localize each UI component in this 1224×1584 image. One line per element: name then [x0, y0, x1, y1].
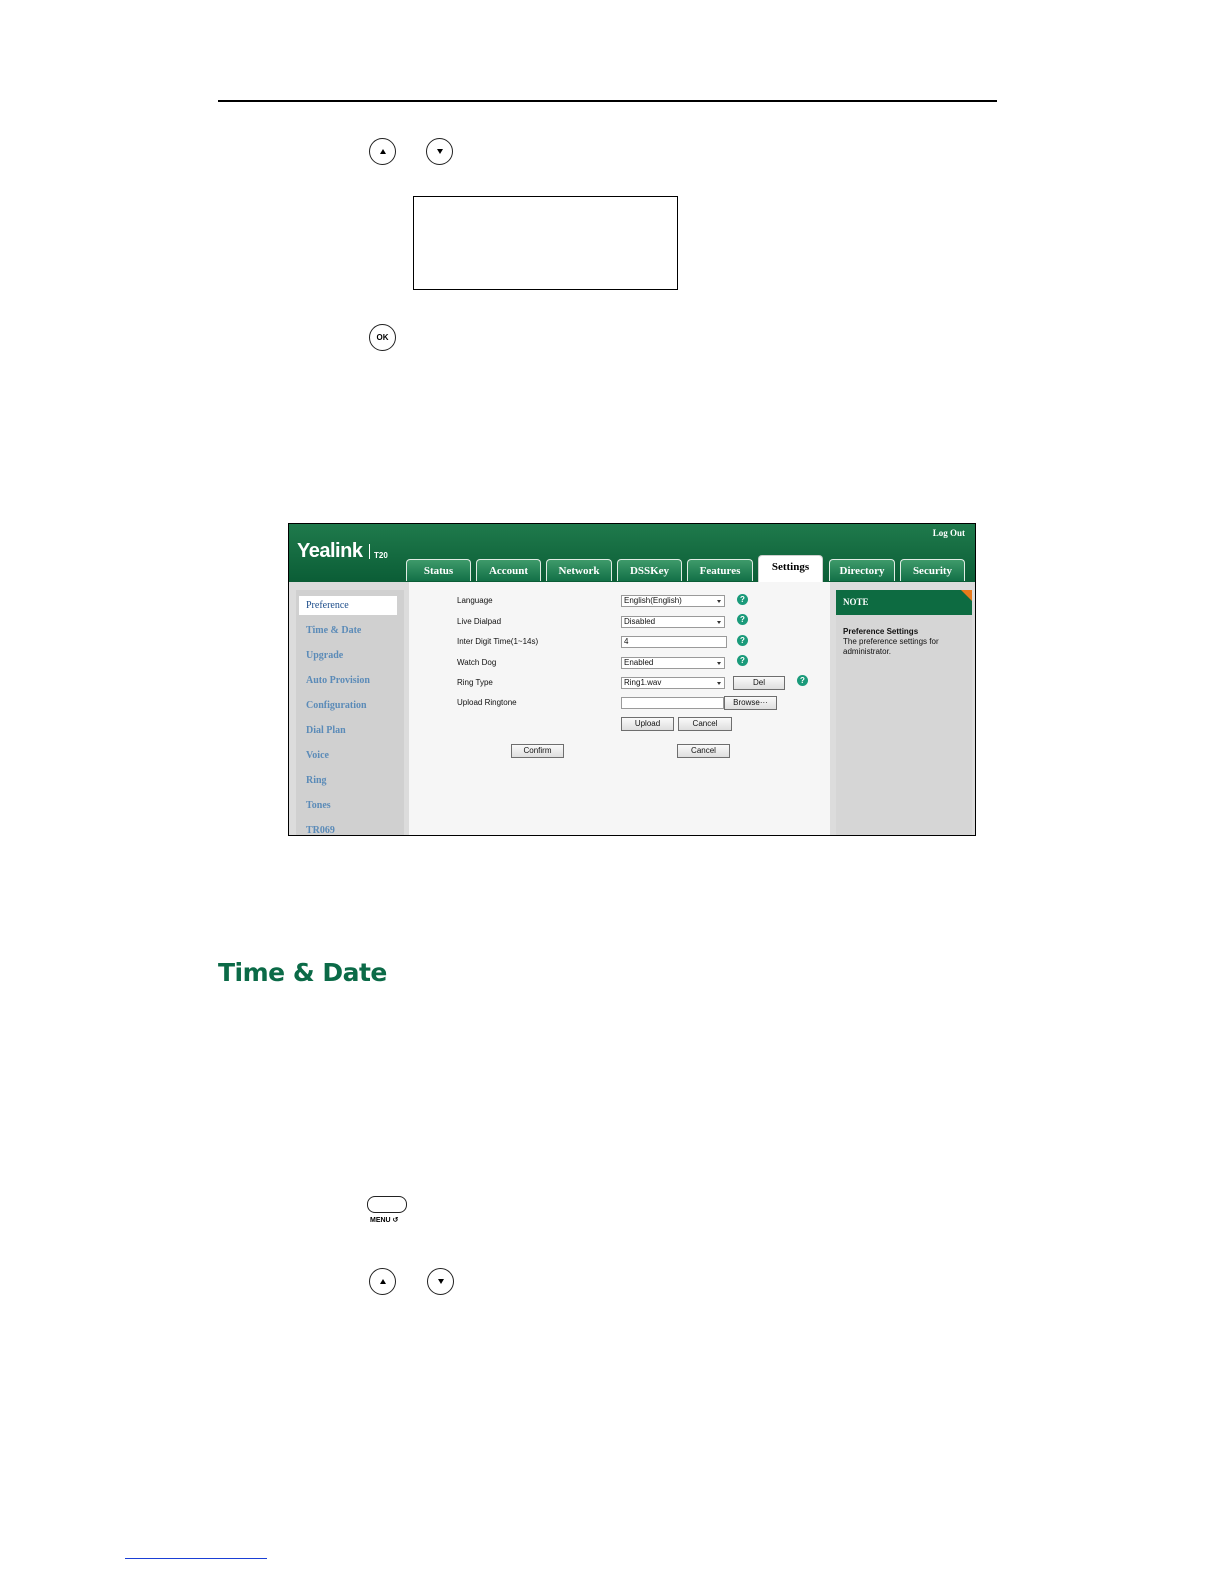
phone-lcd-screen [413, 196, 678, 290]
web-ui-screenshot: Yealink T20 Log Out Status Account Netwo… [288, 523, 976, 836]
up-arrow-key-icon [369, 1268, 396, 1295]
sidebar-item-time-date[interactable]: Time & Date [306, 625, 361, 636]
help-icon[interactable]: ? [737, 655, 748, 666]
tab-account[interactable]: Account [476, 559, 541, 581]
ring-type-label: Ring Type [457, 678, 493, 687]
upload-ringtone-label: Upload Ringtone [457, 698, 517, 707]
header-rule [218, 100, 997, 102]
web-ui-body: Preference Time & Date Upgrade Auto Prov… [289, 582, 975, 835]
section-title: Time & Date [218, 958, 387, 987]
note-panel: NOTE Preference Settings The preference … [836, 590, 972, 835]
sidebar-item-dial-plan[interactable]: Dial Plan [306, 725, 346, 736]
menu-key-icon [367, 1196, 407, 1213]
sidebar-item-tr069[interactable]: TR069 [306, 825, 335, 835]
sidebar-item-configuration[interactable]: Configuration [306, 700, 367, 711]
help-icon[interactable]: ? [737, 614, 748, 625]
del-ringtone-button[interactable]: Del [733, 676, 785, 690]
logout-link[interactable]: Log Out [933, 528, 965, 538]
footer-link-underline[interactable] [125, 1558, 267, 1559]
sidebar-item-tones[interactable]: Tones [306, 800, 331, 811]
cancel-button[interactable]: Cancel [677, 744, 730, 758]
note-title: Preference Settings [843, 627, 919, 636]
inter-digit-input[interactable]: 4 [621, 636, 727, 648]
sidebar-item-voice[interactable]: Voice [306, 750, 329, 761]
preference-form: Language English(English) ? Live Dialpad… [409, 582, 830, 835]
ring-type-select[interactable]: Ring1.wav [621, 677, 725, 689]
watch-dog-label: Watch Dog [457, 658, 497, 667]
ringtone-file-input[interactable] [621, 697, 724, 709]
help-icon[interactable]: ? [737, 594, 748, 605]
down-arrow-key-icon [427, 1268, 454, 1295]
tab-dsskey[interactable]: DSSKey [617, 559, 682, 581]
help-icon[interactable]: ? [797, 675, 808, 686]
chevron-down-icon [717, 682, 721, 685]
language-select[interactable]: English(English) [621, 595, 725, 607]
yealink-logo: Yealink [297, 540, 363, 562]
sidebar-item-upgrade[interactable]: Upgrade [306, 650, 343, 661]
tab-status[interactable]: Status [406, 559, 471, 581]
browse-button[interactable]: Browse··· [724, 696, 777, 710]
live-dialpad-select[interactable]: Disabled [621, 616, 725, 628]
tab-network[interactable]: Network [546, 559, 612, 581]
watch-dog-select[interactable]: Enabled [621, 657, 725, 669]
inter-digit-label: Inter Digit Time(1~14s) [457, 637, 539, 646]
note-text: The preference settings for administrato… [843, 637, 939, 656]
tab-features[interactable]: Features [687, 559, 753, 581]
cancel-upload-button[interactable]: Cancel [678, 717, 732, 731]
tab-security[interactable]: Security [900, 559, 965, 581]
live-dialpad-label: Live Dialpad [457, 617, 502, 626]
chevron-down-icon [717, 662, 721, 665]
down-arrow-key-icon [426, 138, 453, 165]
note-header: NOTE [836, 590, 972, 615]
chevron-down-icon [717, 621, 721, 624]
sidebar-item-preference[interactable]: Preference [306, 600, 349, 611]
tab-directory[interactable]: Directory [829, 559, 895, 581]
up-arrow-key-icon [369, 138, 396, 165]
ok-key-icon: OK [369, 324, 396, 351]
sidebar-item-ring[interactable]: Ring [306, 775, 327, 786]
sidebar-item-auto-provision[interactable]: Auto Provision [306, 675, 370, 686]
help-icon[interactable]: ? [737, 635, 748, 646]
upload-button[interactable]: Upload [621, 717, 674, 731]
menu-key-label: MENU ↺ [370, 1217, 399, 1224]
confirm-button[interactable]: Confirm [511, 744, 564, 758]
web-ui-header: Yealink T20 Log Out Status Account Netwo… [289, 524, 975, 582]
model-label: T20 [374, 551, 388, 560]
chevron-down-icon [717, 600, 721, 603]
tab-settings[interactable]: Settings [758, 555, 823, 582]
language-label: Language [457, 596, 493, 605]
